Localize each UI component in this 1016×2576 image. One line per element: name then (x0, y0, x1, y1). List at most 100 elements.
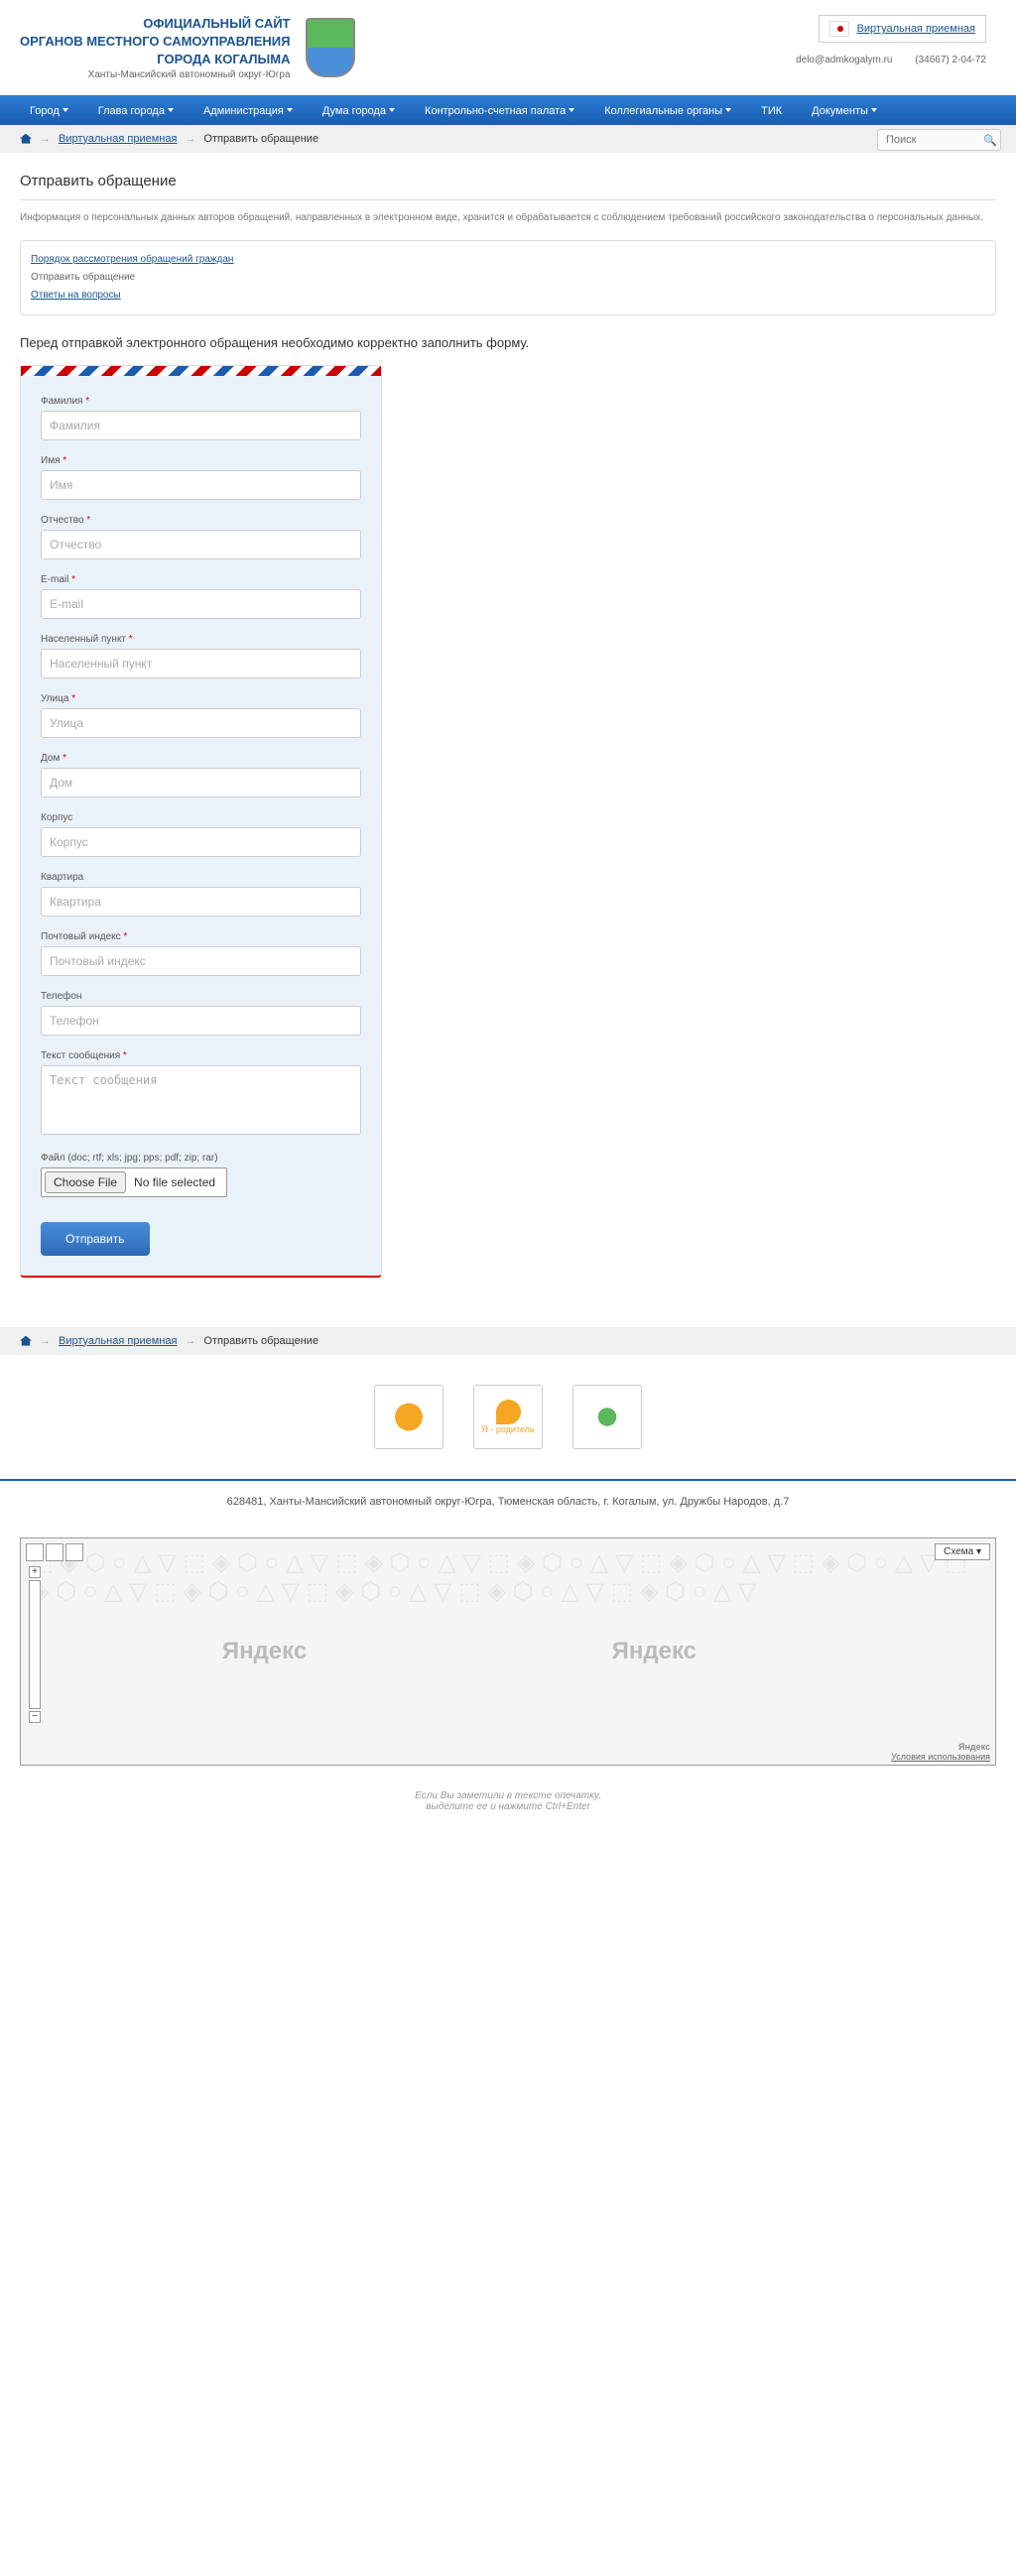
nav-link[interactable]: Коллегиальные органы (604, 105, 722, 117)
text-input[interactable] (41, 887, 361, 917)
yandex-watermark: Яндекс (222, 1638, 307, 1665)
link-answers[interactable]: Ответы на вопросы (31, 290, 121, 301)
info-text: Информация о персональных данных авторов… (20, 210, 996, 225)
contact-info: delo@admkogalym.ru (34667) 2-04-72 (796, 55, 986, 65)
map-copyright: Яндекс Условия использования (891, 1742, 990, 1762)
form-field: Квартира (41, 872, 361, 917)
nav-item[interactable]: Документы (797, 95, 892, 126)
field-label: Файл (doc; rtf; xls; jpg; pps; pdf; zip;… (41, 1153, 361, 1164)
required-mark: * (123, 931, 127, 942)
file-input[interactable]: Choose File No file selected (41, 1167, 227, 1197)
envelope-border-icon (21, 366, 381, 376)
zoom-slider[interactable] (29, 1580, 41, 1709)
map-zoom-icon[interactable] (46, 1543, 64, 1561)
site-header: ОФИЦИАЛЬНЫЙ САЙТ ОРГАНОВ МЕСТНОГО САМОУП… (0, 0, 1016, 95)
breadcrumb-current: Отправить обращение (203, 1335, 318, 1347)
title-line2: ОРГАНОВ МЕСТНОГО САМОУПРАВЛЕНИЯ (20, 34, 291, 49)
nav-item[interactable]: Администрация (189, 95, 308, 126)
nav-item[interactable]: Контрольно-счетная палата (410, 95, 589, 126)
search-box: 🔍 (877, 129, 1001, 151)
home-icon[interactable] (20, 1336, 32, 1346)
link-procedure[interactable]: Порядок рассмотрения обращений граждан (31, 254, 233, 265)
title-line3: ГОРОДА КОГАЛЫМА (157, 52, 290, 66)
text-input[interactable] (41, 1006, 361, 1036)
choose-file-button[interactable]: Choose File (45, 1171, 126, 1193)
form-field: Дом * (41, 753, 361, 797)
form-field: Улица * (41, 693, 361, 738)
submit-button[interactable]: Отправить (41, 1222, 150, 1256)
search-icon[interactable]: 🔍 (983, 134, 995, 146)
link-current: Отправить обращение (31, 269, 985, 287)
text-input[interactable] (41, 589, 361, 619)
map-ruler-icon[interactable] (65, 1543, 83, 1561)
required-mark: * (85, 396, 89, 407)
nav-item[interactable]: ТИК (746, 95, 797, 126)
text-input[interactable] (41, 411, 361, 440)
form-field: Отчество * (41, 515, 361, 559)
home-icon[interactable] (20, 134, 32, 144)
text-input[interactable] (41, 708, 361, 738)
map-hand-icon[interactable] (26, 1543, 44, 1561)
required-mark: * (63, 455, 66, 466)
virtual-reception-box[interactable]: Виртуальная приемная (819, 15, 986, 43)
form-field: Населенный пункт * (41, 634, 361, 678)
banner-row: Я - родитель (0, 1355, 1016, 1479)
field-label: Почтовый индекс * (41, 931, 361, 942)
envelope-seal-icon (829, 21, 849, 37)
email-link[interactable]: delo@admkogalym.ru (796, 55, 892, 65)
file-selected-text: No file selected (134, 1175, 223, 1189)
zoom-out-button[interactable]: − (29, 1711, 41, 1723)
nav-link[interactable]: Администрация (203, 105, 284, 117)
field-label: Корпус (41, 812, 361, 823)
banner-70-years[interactable] (374, 1385, 444, 1449)
breadcrumb-link[interactable]: Виртуальная приемная (59, 1335, 177, 1347)
field-label: Населенный пункт * (41, 634, 361, 645)
text-input[interactable] (41, 530, 361, 559)
nav-link[interactable]: ТИК (761, 105, 782, 117)
chevron-down-icon (168, 108, 174, 112)
virtual-reception-link[interactable]: Виртуальная приемная (857, 23, 975, 35)
title-line1: ОФИЦИАЛЬНЫЙ САЙТ (143, 16, 290, 31)
form-field: Имя * (41, 455, 361, 500)
form-intro: Перед отправкой электронного обращения н… (20, 335, 996, 350)
breadcrumb-link[interactable]: Виртуальная приемная (59, 133, 177, 145)
nav-link[interactable]: Контрольно-счетная палата (425, 105, 566, 117)
phone-number: (34667) 2-04-72 (915, 55, 986, 65)
links-box: Порядок рассмотрения обращений граждан О… (20, 240, 996, 315)
nav-link[interactable]: Документы (812, 105, 868, 117)
message-textarea[interactable] (41, 1065, 361, 1135)
breadcrumb: → Виртуальная приемная → Отправить обращ… (0, 125, 1016, 153)
required-mark: * (123, 1050, 127, 1061)
map-tool-controls (26, 1543, 83, 1561)
nav-item[interactable]: Дума города (308, 95, 410, 126)
map-terms-link[interactable]: Условия использования (891, 1752, 990, 1762)
nav-link[interactable]: Глава города (98, 105, 165, 117)
map-scheme-button[interactable]: Схема ▾ (935, 1543, 990, 1560)
field-label: Текст сообщения * (41, 1050, 361, 1061)
text-input[interactable] (41, 768, 361, 797)
field-label: E-mail * (41, 574, 361, 585)
chevron-down-icon (389, 108, 395, 112)
text-input[interactable] (41, 827, 361, 857)
zoom-in-button[interactable]: + (29, 1566, 41, 1578)
nav-item[interactable]: Коллегиальные органы (589, 95, 746, 126)
field-label: Фамилия * (41, 396, 361, 407)
text-input[interactable] (41, 946, 361, 976)
banner-parent[interactable]: Я - родитель (473, 1385, 543, 1449)
footer: 628481, Ханты-Мансийский автономный окру… (0, 1479, 1016, 1523)
nav-link[interactable]: Город (30, 105, 60, 117)
form-field: Фамилия * (41, 396, 361, 440)
nav-item[interactable]: Глава города (83, 95, 189, 126)
field-label: Улица * (41, 693, 361, 704)
parent-icon (496, 1400, 521, 1424)
nav-item[interactable]: Город (15, 95, 83, 126)
required-mark: * (71, 693, 75, 704)
yandex-watermark: Яндекс (612, 1638, 697, 1665)
nav-link[interactable]: Дума города (322, 105, 386, 117)
text-input[interactable] (41, 470, 361, 500)
form-field: Почтовый индекс * (41, 931, 361, 976)
banner-ugra[interactable] (572, 1385, 642, 1449)
divider (20, 199, 996, 200)
text-input[interactable] (41, 649, 361, 678)
yandex-map[interactable]: ⬚ ◈ ⬡ ○ △ ▽ ⬚ ◈ ⬡ ○ △ ▽ ⬚ ◈ ⬡ ○ △ ▽ ⬚ ◈ … (20, 1537, 996, 1766)
